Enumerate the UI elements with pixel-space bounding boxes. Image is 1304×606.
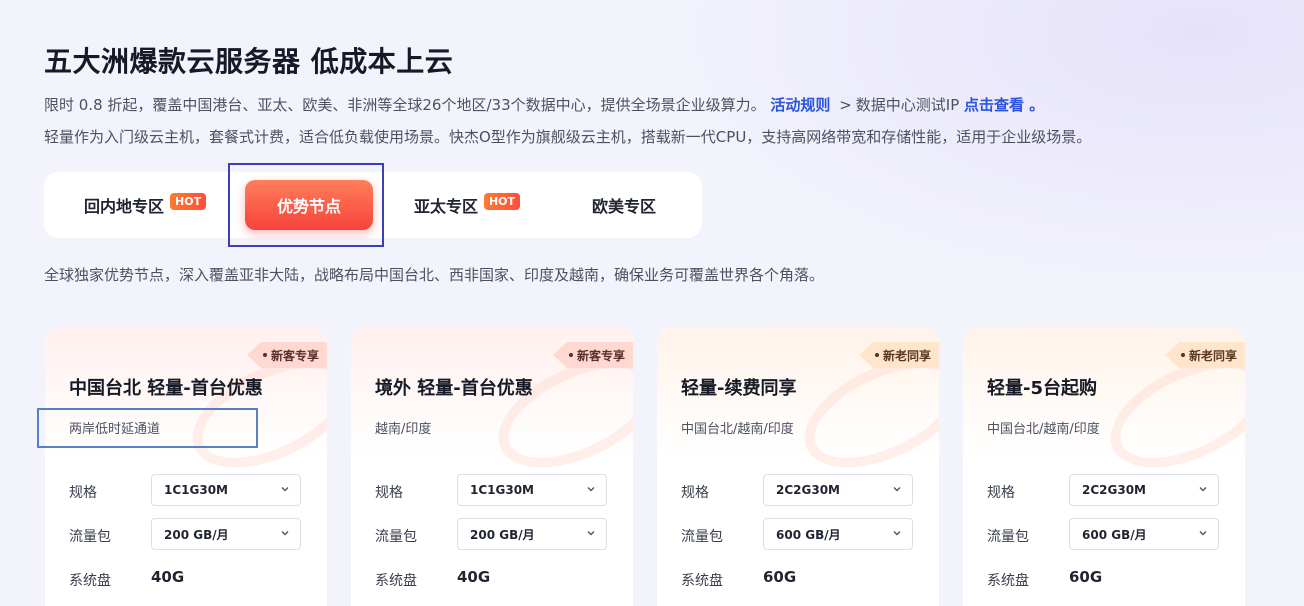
traffic-label: 流量包: [69, 529, 111, 545]
disk-label: 系统盘: [375, 573, 417, 589]
traffic-select[interactable]: 200 GB/月: [151, 518, 301, 550]
hot-badge: HOT: [170, 192, 207, 210]
chevron-down-icon: [1199, 531, 1207, 536]
tab-asia-pacific[interactable]: 亚太专区 HOT: [392, 180, 542, 230]
spec-label: 规格: [69, 485, 97, 501]
view-test-ip-link[interactable]: 点击查看 。: [964, 96, 1044, 114]
new-customer-badge: 新客专享: [552, 342, 633, 368]
promo-description-text: 限时 0.8 折起，覆盖中国港台、亚太、欧美、非洲等全球26个地区/33个数据中…: [44, 96, 766, 114]
activity-rules-link[interactable]: 活动规则: [770, 96, 830, 114]
chevron-down-icon: [281, 487, 289, 492]
product-description: 轻量作为入门级云主机，套餐式计费，适合低负载使用场景。快杰O型作为旗舰级云主机，…: [44, 128, 1092, 146]
tab-label: 亚太专区: [413, 197, 478, 216]
spec-label: 规格: [375, 485, 403, 501]
traffic-label: 流量包: [375, 529, 417, 545]
spec-select[interactable]: 1C1G30M: [151, 474, 301, 506]
chevron-down-icon: [587, 531, 595, 536]
card-subtitle: 中国台北/越南/印度: [987, 422, 1100, 437]
promo-description: 限时 0.8 折起，覆盖中国港台、亚太、欧美、非洲等全球26个地区/33个数据中…: [44, 94, 1044, 115]
separator-arrow: >: [839, 96, 852, 114]
product-card: 新客专享 中国台北 轻量-首台优惠 两岸低时延通道 规格 1C1G30M 流量包…: [45, 328, 327, 606]
spec-select[interactable]: 2C2G30M: [763, 474, 913, 506]
spec-select[interactable]: 1C1G30M: [457, 474, 607, 506]
card-title: 境外 轻量-首台优惠: [375, 378, 533, 399]
chevron-down-icon: [893, 531, 901, 536]
disk-value: 60G: [1069, 568, 1103, 586]
card-subtitle: 越南/印度: [375, 422, 432, 437]
disk-value: 40G: [457, 568, 491, 586]
chevron-down-icon: [587, 487, 595, 492]
hot-badge: HOT: [483, 192, 521, 210]
disk-value: 60G: [763, 568, 797, 586]
traffic-select[interactable]: 200 GB/月: [457, 518, 607, 550]
disk-label: 系统盘: [681, 573, 723, 589]
tab-label: 优势节点: [276, 197, 341, 216]
tab-mainland[interactable]: 回内地专区 HOT: [68, 180, 248, 230]
traffic-select[interactable]: 600 GB/月: [763, 518, 913, 550]
product-card: 新客专享 境外 轻量-首台优惠 越南/印度 规格 1C1G30M 流量包 200…: [351, 328, 633, 606]
tab-europe-america[interactable]: 欧美专区: [564, 180, 684, 230]
card-title: 轻量-续费同享: [681, 378, 797, 399]
spec-label: 规格: [987, 485, 1015, 501]
tab-advantage-nodes[interactable]: 优势节点: [245, 180, 373, 230]
disk-label: 系统盘: [69, 573, 111, 589]
spec-label: 规格: [681, 485, 709, 501]
traffic-select[interactable]: 600 GB/月: [1069, 518, 1219, 550]
test-ip-label: 数据中心测试IP: [855, 96, 960, 114]
all-customers-badge: 新老同享: [1164, 342, 1245, 368]
all-customers-badge: 新老同享: [858, 342, 939, 368]
disk-label: 系统盘: [987, 573, 1029, 589]
chevron-down-icon: [1199, 487, 1207, 492]
card-title: 中国台北 轻量-首台优惠: [69, 378, 263, 399]
region-description: 全球独家优势节点，深入覆盖亚非大陆，战略布局中国台北、西非国家、印度及越南，确保…: [44, 266, 825, 284]
new-customer-badge: 新客专享: [246, 342, 327, 368]
chevron-down-icon: [893, 487, 901, 492]
traffic-label: 流量包: [987, 529, 1029, 545]
card-title: 轻量-5台起购: [987, 378, 1097, 399]
region-tabs: 回内地专区 HOT 优势节点 亚太专区 HOT 欧美专区: [44, 172, 702, 238]
product-card: 新老同享 轻量-续费同享 中国台北/越南/印度 规格 2C2G30M 流量包 6…: [657, 328, 939, 606]
traffic-label: 流量包: [681, 529, 723, 545]
chevron-down-icon: [281, 531, 289, 536]
disk-value: 40G: [151, 568, 185, 586]
page-title: 五大洲爆款云服务器 低成本上云: [44, 45, 454, 78]
tab-label: 欧美专区: [591, 197, 656, 216]
product-card: 新老同享 轻量-5台起购 中国台北/越南/印度 规格 2C2G30M 流量包 6…: [963, 328, 1245, 606]
tab-label: 回内地专区: [84, 197, 165, 216]
spec-select[interactable]: 2C2G30M: [1069, 474, 1219, 506]
card-subtitle: 两岸低时延通道: [69, 422, 161, 437]
card-subtitle: 中国台北/越南/印度: [681, 422, 794, 437]
